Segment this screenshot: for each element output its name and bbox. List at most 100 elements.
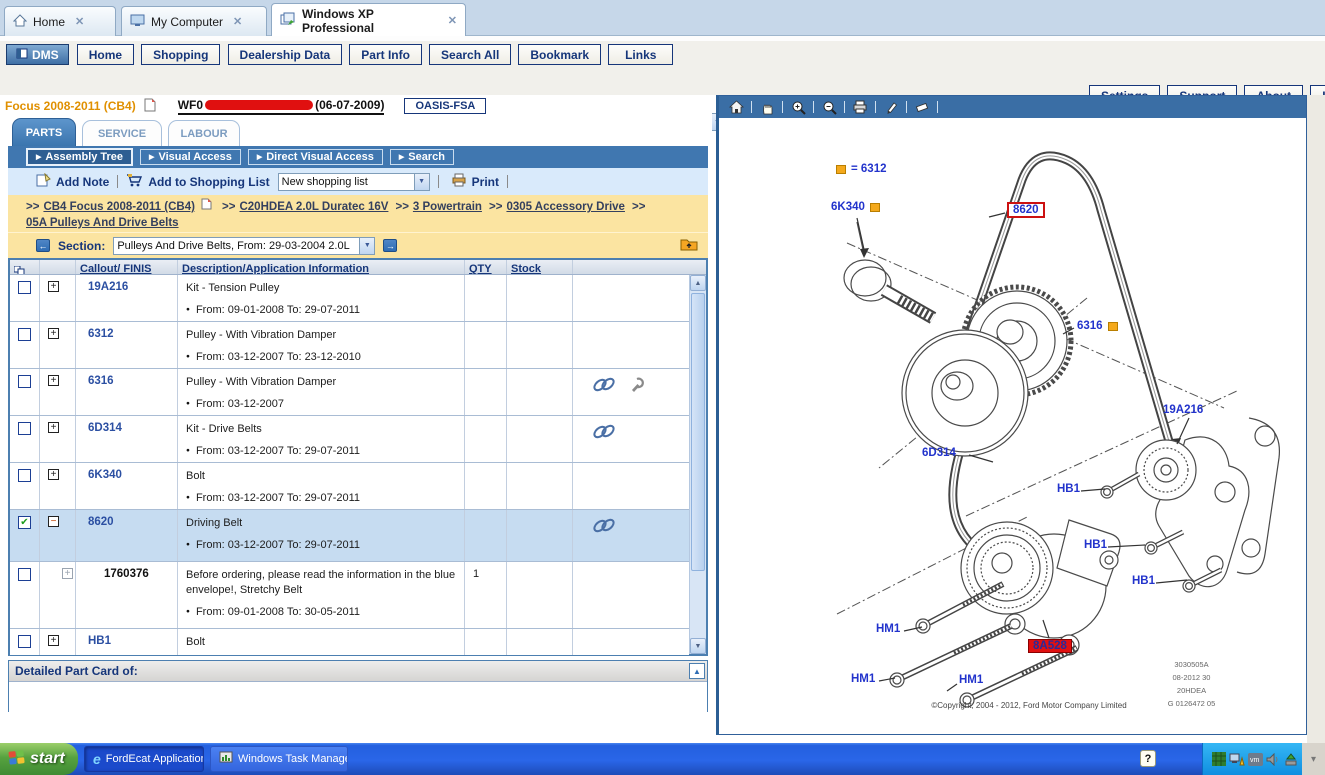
- breadcrumb-vehicle[interactable]: CB4 Focus 2008-2011 (CB4): [43, 201, 194, 213]
- diagram-callout[interactable]: HM1: [876, 623, 900, 635]
- row-checkbox[interactable]: [18, 375, 31, 388]
- header-description[interactable]: Description/Application Information: [178, 260, 465, 274]
- diagram-callout[interactable]: = 6312: [836, 163, 887, 175]
- expand-toggle-icon[interactable]: [48, 281, 59, 292]
- nav-shopping-button[interactable]: Shopping: [141, 44, 220, 65]
- home-icon[interactable]: [727, 99, 745, 115]
- taskbar-fordecat-button[interactable]: e FordEcat Application ...: [84, 746, 204, 772]
- diagram-callout[interactable]: 8620: [1007, 202, 1045, 218]
- expand-toggle-icon[interactable]: [48, 469, 59, 480]
- add-note-button[interactable]: Add Note: [36, 173, 109, 190]
- start-button[interactable]: start: [0, 743, 78, 775]
- document-icon[interactable]: [201, 201, 212, 213]
- volume-icon[interactable]: [1265, 751, 1281, 767]
- breadcrumb-accessory-drive[interactable]: 0305 Accessory Drive: [506, 201, 625, 213]
- prev-section-button[interactable]: ←: [36, 239, 50, 252]
- link-icon[interactable]: [591, 377, 617, 395]
- diagram-callout[interactable]: HM1: [851, 673, 875, 685]
- search-button[interactable]: Search: [390, 149, 454, 165]
- next-section-button[interactable]: →: [383, 239, 397, 252]
- row-checkbox[interactable]: [18, 635, 31, 648]
- scroll-chevron-icon[interactable]: ▾: [1302, 743, 1325, 775]
- part-number-link[interactable]: 6K340: [76, 469, 122, 481]
- visual-access-button[interactable]: Visual Access: [140, 149, 241, 165]
- part-number-link[interactable]: 1760376: [76, 568, 149, 580]
- network-warning-icon[interactable]: [1229, 751, 1245, 767]
- usb-eject-icon[interactable]: [1283, 751, 1299, 767]
- collapse-toggle-icon[interactable]: [48, 516, 59, 527]
- tab-close-icon[interactable]: ✕: [233, 15, 242, 28]
- diagram-callout[interactable]: HB1: [1057, 483, 1080, 495]
- scroll-up-icon[interactable]: ▲: [690, 275, 706, 291]
- tab-my-computer[interactable]: My Computer ✕: [121, 6, 267, 36]
- link-icon[interactable]: [591, 518, 617, 536]
- pencil-icon[interactable]: [882, 99, 900, 115]
- taskbar-task-manager-button[interactable]: Windows Task Manager: [210, 746, 348, 772]
- breadcrumb-engine[interactable]: C20HDEA 2.0L Duratec 16V: [239, 201, 388, 213]
- grid-icon[interactable]: [1211, 751, 1227, 767]
- expand-toggle-icon[interactable]: [48, 375, 59, 386]
- header-stock[interactable]: Stock: [507, 260, 573, 274]
- tab-windows-xp[interactable]: Windows XP Professional ✕: [271, 3, 466, 37]
- nav-search-all-button[interactable]: Search All: [429, 44, 511, 65]
- table-scrollbar[interactable]: ▲ ▼: [689, 275, 706, 654]
- breadcrumb-pulleys[interactable]: 05A Pulleys And Drive Belts: [26, 217, 179, 229]
- tab-home[interactable]: Home ✕: [4, 6, 116, 36]
- expand-toggle-icon[interactable]: [48, 328, 59, 339]
- part-number-link[interactable]: HB1: [76, 635, 111, 647]
- diagram-callout[interactable]: 6316: [1077, 320, 1118, 332]
- part-number-link[interactable]: 6312: [76, 328, 114, 340]
- oasis-fsa-button[interactable]: OASIS-FSA: [404, 98, 486, 114]
- expand-toggle-icon[interactable]: [48, 422, 59, 433]
- row-checkbox[interactable]: [18, 516, 31, 529]
- help-balloon-icon[interactable]: ?: [1140, 750, 1156, 767]
- page-scrollbar-track[interactable]: [1307, 95, 1325, 743]
- part-number-link[interactable]: 19A216: [76, 281, 128, 293]
- tab-labour[interactable]: LABOUR: [168, 120, 240, 146]
- row-checkbox[interactable]: [18, 469, 31, 482]
- tab-service[interactable]: SERVICE: [82, 120, 162, 146]
- link-icon[interactable]: [591, 424, 617, 442]
- folder-up-icon[interactable]: [680, 237, 698, 254]
- nav-links-button[interactable]: Links: [608, 44, 673, 65]
- print-button[interactable]: Print: [451, 173, 499, 190]
- tab-close-icon[interactable]: ✕: [75, 15, 84, 28]
- diagram-callout[interactable]: 6D314: [922, 447, 956, 459]
- direct-visual-access-button[interactable]: Direct Visual Access: [248, 149, 383, 165]
- header-select-col[interactable]: [10, 260, 40, 274]
- row-checkbox[interactable]: [18, 328, 31, 341]
- breadcrumb-powertrain[interactable]: 3 Powertrain: [413, 201, 482, 213]
- nav-part-info-button[interactable]: Part Info: [349, 44, 422, 65]
- vin-link[interactable]: WF0 (06-07-2009): [178, 98, 385, 115]
- tab-parts[interactable]: PARTS: [12, 118, 76, 146]
- nav-dealership-data-button[interactable]: Dealership Data: [228, 44, 343, 65]
- wrench-icon[interactable]: [629, 377, 646, 396]
- scroll-down-icon[interactable]: ▼: [690, 638, 706, 654]
- nav-bookmark-button[interactable]: Bookmark: [518, 44, 601, 65]
- diagram-callout[interactable]: HB1: [1084, 539, 1107, 551]
- section-select[interactable]: Pulleys And Drive Belts, From: 29-03-200…: [113, 237, 375, 255]
- collapse-panel-icon[interactable]: ▲: [689, 663, 705, 679]
- part-number-link[interactable]: 6D314: [76, 422, 122, 434]
- expand-toggle-icon[interactable]: [62, 568, 73, 579]
- expand-toggle-icon[interactable]: [48, 635, 59, 646]
- header-qty[interactable]: QTY: [465, 260, 507, 274]
- eraser-icon[interactable]: [913, 99, 931, 115]
- assembly-tree-button[interactable]: Assembly Tree: [26, 148, 133, 166]
- zoom-in-icon[interactable]: [789, 99, 807, 115]
- row-checkbox[interactable]: [18, 568, 31, 581]
- tab-close-icon[interactable]: ✕: [448, 14, 457, 27]
- document-icon[interactable]: [144, 98, 156, 115]
- diagram-canvas[interactable]: = 63126K3408620631619A2166D314HB1HB1HB1H…: [719, 118, 1305, 734]
- print-icon[interactable]: [851, 99, 869, 115]
- vmware-icon[interactable]: vm: [1247, 751, 1263, 767]
- shopping-list-select[interactable]: New shopping list▼: [278, 173, 430, 191]
- dms-button[interactable]: DMS: [6, 44, 69, 65]
- zoom-out-icon[interactable]: [820, 99, 838, 115]
- part-number-link[interactable]: 8620: [76, 516, 114, 528]
- nav-home-button[interactable]: Home: [77, 44, 134, 65]
- header-callout[interactable]: Callout/ FINIS: [76, 260, 178, 274]
- row-checkbox[interactable]: [18, 422, 31, 435]
- scrollbar-thumb[interactable]: [691, 293, 705, 571]
- add-to-shopping-list-button[interactable]: Add to Shopping List: [126, 173, 269, 190]
